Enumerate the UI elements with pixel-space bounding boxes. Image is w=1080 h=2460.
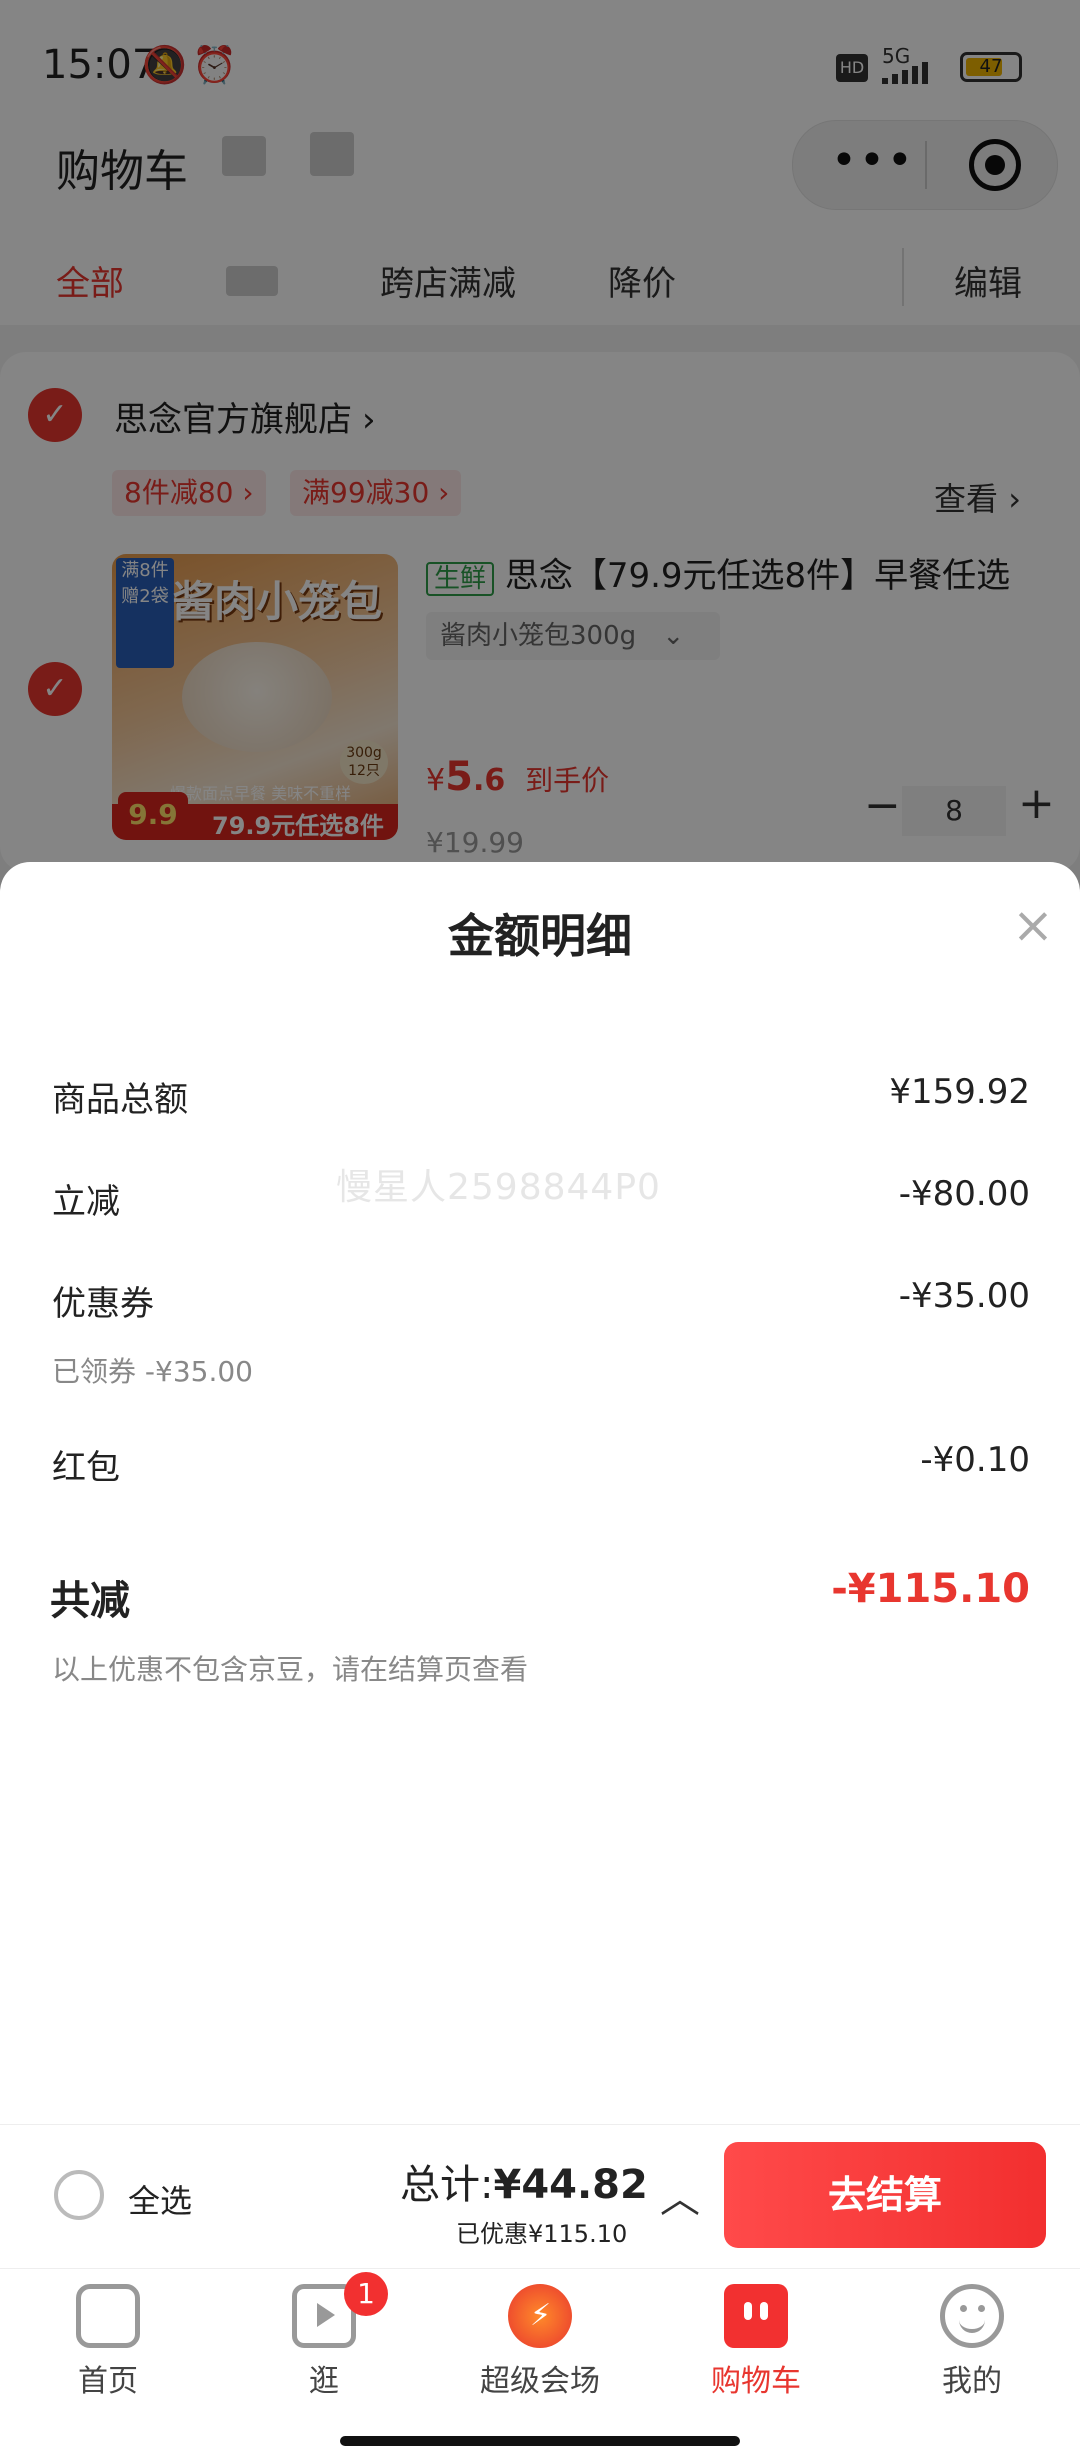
row-discount-label: 立减 [52, 1182, 120, 1222]
cart-icon [724, 2284, 788, 2348]
super-venue-icon: ⚡ [508, 2284, 572, 2348]
nav-cart-label: 购物车 [711, 2364, 801, 2399]
row-goods-total-value: ¥159.92 [889, 1072, 1030, 1112]
smiley-icon [940, 2284, 1004, 2348]
row-goods-total-label: 商品总额 [52, 1080, 188, 1120]
nav-browse-label: 逛 [309, 2364, 339, 2399]
saved-amount: 已优惠¥115.10 [456, 2220, 628, 2248]
chevron-up-icon[interactable]: ︿ [660, 2166, 700, 2224]
nav-home-label: 首页 [78, 2364, 138, 2399]
checkout-button[interactable]: 去结算 [724, 2142, 1046, 2248]
nav-home[interactable]: 首页 [0, 2280, 216, 2400]
close-icon[interactable]: × [1012, 900, 1054, 950]
total-discount-label: 共减 [50, 1578, 130, 1624]
nav-me-label: 我的 [942, 2364, 1002, 2399]
nav-browse[interactable]: 1 逛 [216, 2272, 432, 2400]
nav-me[interactable]: 我的 [864, 2280, 1080, 2400]
row-redpacket-label: 红包 [52, 1448, 120, 1488]
row-redpacket-value: -¥0.10 [920, 1440, 1030, 1480]
nav-super-venue-label: 超级会场 [480, 2364, 600, 2399]
home-indicator[interactable] [340, 2436, 740, 2446]
lightning-icon: ⚡ [530, 2298, 552, 2333]
nav-cart[interactable]: 购物车 [648, 2280, 864, 2400]
row-coupon-label: 优惠券 [52, 1284, 154, 1324]
nav-super-venue[interactable]: ⚡ 超级会场 [432, 2280, 648, 2400]
notification-badge: 1 [344, 2272, 388, 2316]
total-discount-value: -¥115.10 [831, 1566, 1030, 1612]
row-coupon-value: -¥35.00 [898, 1276, 1030, 1316]
total-value: ¥44.82 [493, 2162, 648, 2208]
select-all-label[interactable]: 全选 [128, 2176, 192, 2222]
total-amount: 总计:¥44.82 [400, 2152, 648, 2210]
total-label: 总计: [400, 2162, 494, 2208]
sheet-title: 金额明细 [448, 909, 632, 963]
discount-footnote: 以上优惠不包含京豆，请在结算页查看 [52, 1653, 529, 1686]
select-all-checkbox[interactable] [54, 2170, 104, 2220]
watermark: 慢星人2598844P0 [336, 1167, 661, 1208]
coupon-note: 已领券 -¥35.00 [52, 1355, 253, 1388]
row-discount-value: -¥80.00 [898, 1174, 1030, 1214]
home-icon [76, 2284, 140, 2348]
